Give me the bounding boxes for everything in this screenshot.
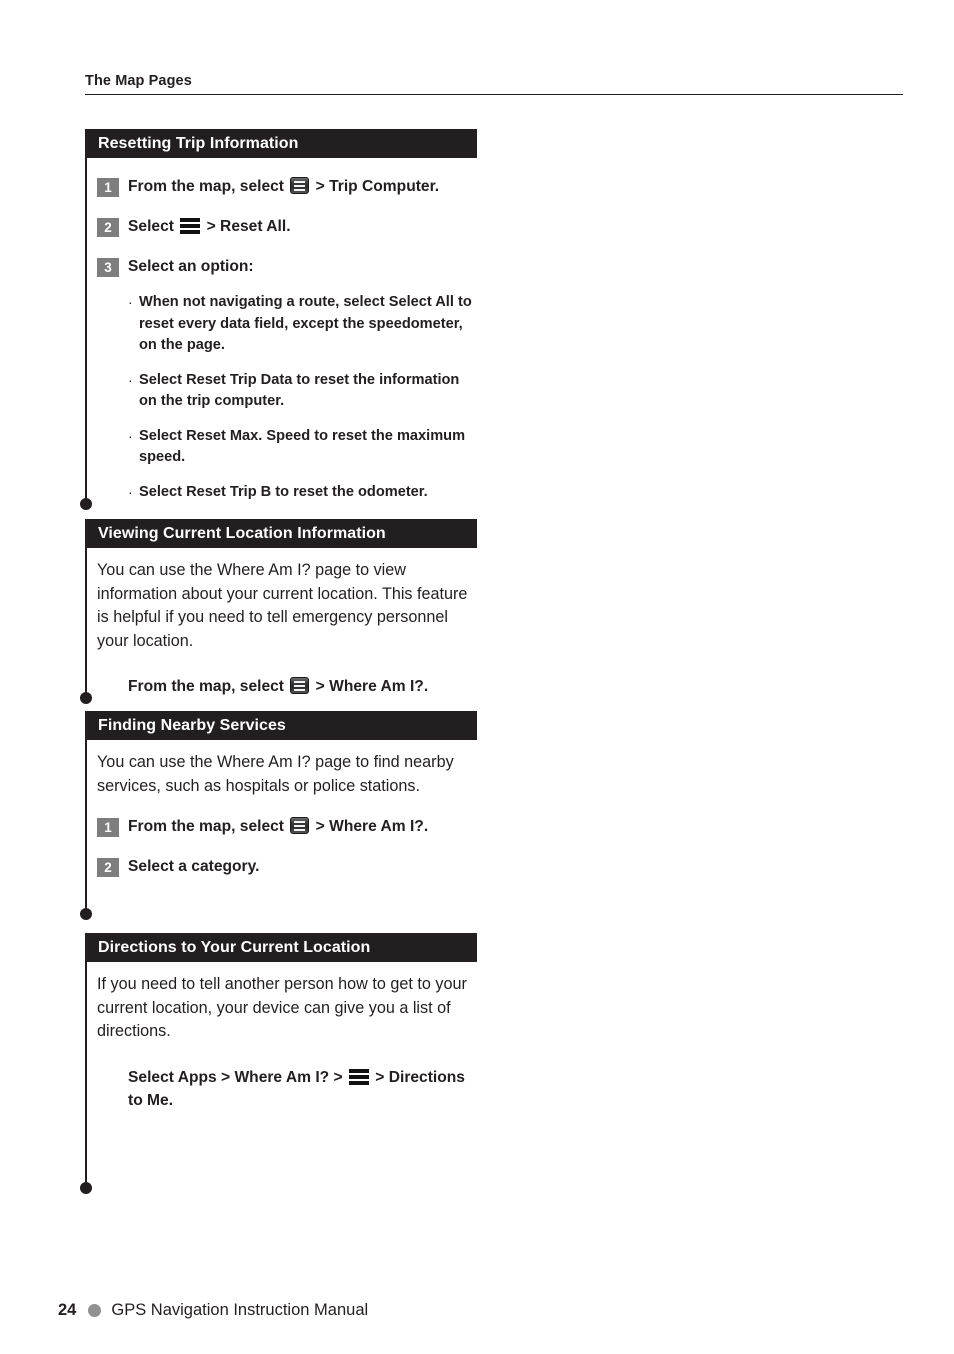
- bullet-list: · When not navigating a route, select Se…: [128, 292, 477, 503]
- bullet-text: Select Reset Trip B to reset the odomete…: [139, 482, 428, 504]
- bullet-group: · When not navigating a route, select Se…: [97, 292, 477, 503]
- step-text: Select an option:: [128, 258, 254, 275]
- document-page: The Map Pages Resetting Trip Information…: [0, 0, 954, 1354]
- section-directions-to-your-current-location: Directions to Your Current Location If y…: [79, 933, 477, 1213]
- section-header: Resetting Trip Information: [85, 129, 477, 158]
- bullet-strong: Select All: [388, 294, 454, 310]
- instruction-pre: Select Apps > Where Am I? >: [128, 1068, 347, 1086]
- section-resetting-trip-information: Resetting Trip Information 1 From the ma…: [79, 129, 477, 519]
- bullet-text: When not navigating a route, select Sele…: [139, 292, 477, 357]
- section-header: Directions to Your Current Location: [85, 933, 477, 962]
- step-list: 1 From the map, select > Trip Computer. …: [97, 176, 477, 278]
- section-title: Directions to Your Current Location: [98, 938, 371, 956]
- bullet-marker: ·: [128, 371, 133, 388]
- section-title: Finding Nearby Services: [98, 716, 286, 734]
- section-rail-end-dot: [79, 1182, 92, 1194]
- content-column: Resetting Trip Information 1 From the ma…: [79, 129, 477, 1213]
- step-number-badge: 2: [97, 218, 119, 237]
- section-body: If you need to tell another person how t…: [85, 973, 477, 1112]
- section-finding-nearby-services: Finding Nearby Services You can use the …: [79, 711, 477, 933]
- bullet-text: Select Reset Trip Data to reset the info…: [139, 370, 477, 413]
- section-paragraph: You can use the Where Am I? page to find…: [97, 753, 454, 795]
- bullet-lead: Select: [139, 371, 187, 388]
- section-body: You can use the Where Am I? page to view…: [85, 559, 477, 698]
- bullet-text: Select Reset Max. Speed to reset the max…: [139, 426, 477, 469]
- bullet-strong: Reset Max. Speed: [186, 427, 311, 444]
- step-text-pre: From the map, select: [128, 818, 289, 835]
- section-title: Resetting Trip Information: [98, 134, 299, 152]
- step-number-badge: 1: [97, 178, 119, 197]
- instruction-line: From the map, select > Where Am I?.: [97, 675, 477, 698]
- step-text-post: > Trip Computer.: [311, 178, 440, 195]
- step-list: 1 From the map, select > Where Am I?. 2 …: [97, 816, 477, 878]
- list-item: · When not navigating a route, select Se…: [128, 292, 477, 357]
- list-item: · Select Reset Max. Speed to reset the m…: [128, 426, 477, 469]
- section-rail-end-dot: [79, 498, 92, 510]
- step-number-badge: 1: [97, 818, 119, 837]
- section-rail: [79, 129, 92, 510]
- instruction-line: Select Apps > Where Am I? > > Directions…: [97, 1066, 477, 1112]
- section-paragraph: You can use the Where Am I? page to view…: [97, 561, 468, 650]
- bullet-lead: Select: [139, 427, 187, 444]
- list-item: · Select Reset Trip B to reset the odome…: [128, 482, 477, 504]
- step-text-post: > Reset All.: [202, 218, 291, 235]
- instruction-pre: From the map, select: [128, 678, 289, 695]
- list-item: 1 From the map, select > Where Am I?.: [97, 816, 477, 838]
- step-text: From the map, select > Where Am I?.: [128, 816, 428, 838]
- running-head-rule: [85, 94, 903, 95]
- list-item: 2 Select > Reset All.: [97, 216, 477, 238]
- instruction-post: > Where Am I?.: [311, 678, 429, 695]
- running-head: The Map Pages: [85, 72, 903, 95]
- section-rail: [79, 933, 92, 1194]
- bullet-strong: Reset Trip Data: [186, 371, 293, 388]
- list-item: 3 Select an option:: [97, 256, 477, 278]
- step-number-badge: 3: [97, 258, 119, 277]
- step-text: Select > Reset All.: [128, 216, 291, 238]
- menu-button-icon: [290, 817, 310, 834]
- footer-manual-title: GPS Navigation Instruction Manual: [111, 1301, 369, 1319]
- hamburger-icon: [348, 1068, 369, 1085]
- hamburger-icon: [180, 217, 201, 234]
- footer-page-number: 24: [58, 1301, 77, 1319]
- list-item: 1 From the map, select > Trip Computer.: [97, 176, 477, 198]
- bullet-lead: Select: [139, 483, 187, 500]
- list-item: · Select Reset Trip Data to reset the in…: [128, 370, 477, 413]
- step-text-pre: From the map, select: [128, 178, 289, 195]
- menu-button-icon: [290, 177, 310, 194]
- page-footer: 24 GPS Navigation Instruction Manual: [58, 1300, 368, 1320]
- bullet-marker: ·: [128, 294, 133, 310]
- step-number-badge: 2: [97, 858, 119, 877]
- bullet-marker: ·: [128, 427, 133, 444]
- section-rail-end-dot: [79, 908, 92, 920]
- step-text-pre: Select: [128, 218, 179, 235]
- footer-separator-dot-icon: [88, 1303, 102, 1317]
- running-head-text: The Map Pages: [85, 73, 192, 89]
- section-rail-end-dot: [79, 692, 92, 704]
- bullet-tail: to reset the odometer.: [271, 483, 428, 500]
- bullet-lead: When not navigating a route, select: [139, 294, 389, 310]
- section-title: Viewing Current Location Information: [98, 524, 386, 542]
- section-rail: [79, 711, 92, 920]
- list-item: 2 Select a category.: [97, 856, 477, 878]
- bullet-strong: Reset Trip B: [186, 483, 272, 500]
- section-body: You can use the Where Am I? page to find…: [85, 751, 477, 878]
- step-text-post: > Where Am I?.: [311, 818, 429, 835]
- step-text: Select a category.: [128, 858, 260, 875]
- bullet-marker: ·: [128, 483, 133, 500]
- section-paragraph: If you need to tell another person how t…: [97, 975, 467, 1040]
- section-body: 1 From the map, select > Trip Computer. …: [85, 176, 477, 503]
- section-rail: [79, 519, 92, 704]
- section-viewing-current-location-information: Viewing Current Location Information You…: [79, 519, 477, 711]
- section-header: Finding Nearby Services: [85, 711, 477, 740]
- step-text: From the map, select > Trip Computer.: [128, 176, 439, 198]
- section-header: Viewing Current Location Information: [85, 519, 477, 548]
- menu-button-icon: [290, 677, 310, 694]
